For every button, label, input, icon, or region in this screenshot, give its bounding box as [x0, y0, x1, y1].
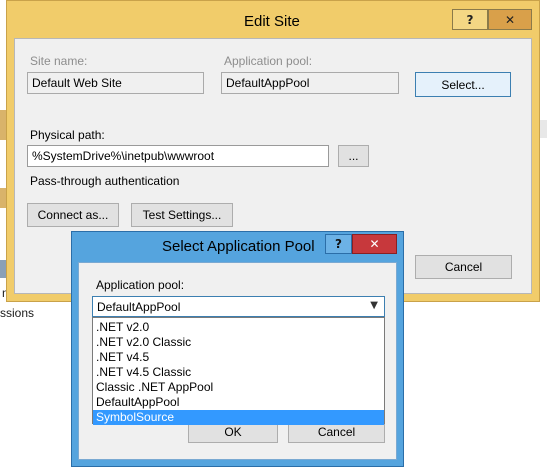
- pool-dropdown-list[interactable]: .NET v2.0 .NET v2.0 Classic .NET v4.5 .N…: [92, 317, 385, 425]
- close-icon[interactable]: ✕: [488, 9, 532, 30]
- pool-option[interactable]: .NET v2.0: [93, 320, 384, 335]
- site-name-label: Site name:: [30, 54, 88, 68]
- app-pool-field[interactable]: DefaultAppPool: [221, 72, 399, 94]
- connect-as-button[interactable]: Connect as...: [27, 203, 119, 227]
- pool-option-highlighted[interactable]: SymbolSource: [93, 410, 384, 425]
- edit-site-cancel-button[interactable]: Cancel: [415, 255, 512, 279]
- pool-option[interactable]: Classic .NET AppPool: [93, 380, 384, 395]
- pool-combobox[interactable]: DefaultAppPool ▼: [92, 296, 385, 317]
- pool-option[interactable]: .NET v4.5: [93, 350, 384, 365]
- pool-option[interactable]: .NET v4.5 Classic: [93, 365, 384, 380]
- app-pool-label: Application pool:: [224, 54, 313, 68]
- site-name-field[interactable]: Default Web Site: [27, 72, 204, 94]
- help-icon[interactable]: ?: [325, 234, 352, 254]
- help-icon[interactable]: ?: [452, 9, 488, 30]
- pool-option[interactable]: DefaultAppPool: [93, 395, 384, 410]
- select-button[interactable]: Select...: [415, 72, 511, 97]
- browse-button[interactable]: ...: [338, 145, 369, 167]
- chevron-down-icon[interactable]: ▼: [370, 300, 378, 311]
- background-text: ssions: [0, 306, 35, 320]
- pass-through-label: Pass-through authentication: [30, 174, 180, 188]
- select-pool-title: Select Application Pool: [162, 238, 315, 255]
- physical-path-input[interactable]: %SystemDrive%\inetpub\wwwroot: [27, 145, 329, 167]
- close-icon[interactable]: ✕: [352, 234, 397, 254]
- edit-site-title: Edit Site: [244, 13, 300, 30]
- pool-combobox-value: DefaultAppPool: [97, 300, 181, 314]
- physical-path-label: Physical path:: [30, 128, 105, 142]
- pool-option[interactable]: .NET v2.0 Classic: [93, 335, 384, 350]
- pool-label: Application pool:: [96, 278, 185, 292]
- test-settings-button[interactable]: Test Settings...: [131, 203, 233, 227]
